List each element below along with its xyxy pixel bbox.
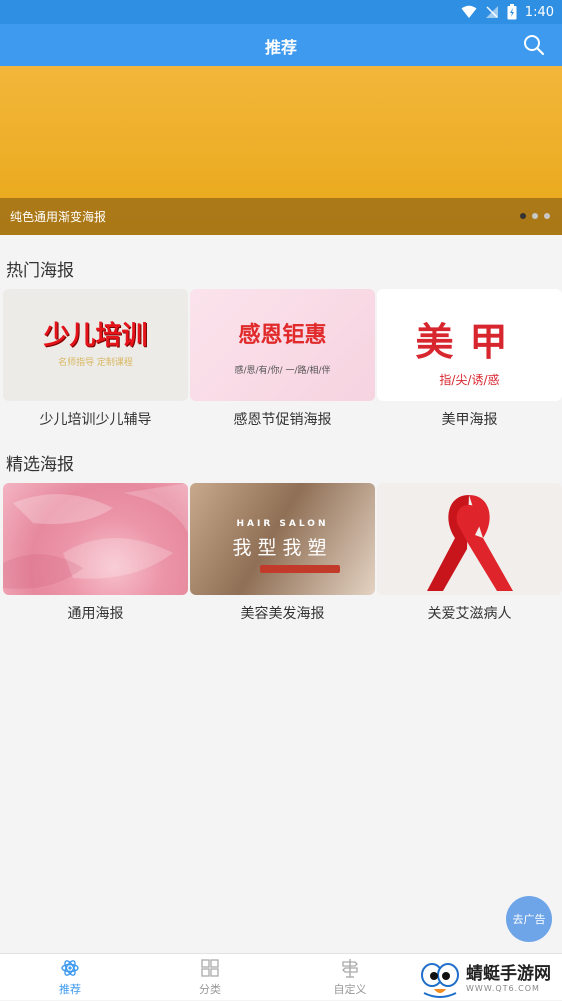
poster-thumbnail: 感恩钜惠 感/恩/有/你/ 一/路/相/伴 bbox=[190, 289, 375, 401]
page-title: 推荐 bbox=[264, 38, 297, 57]
remove-ads-button[interactable]: 去广告 bbox=[506, 896, 552, 942]
watermark-title: 蜻蜓手游网 bbox=[466, 964, 551, 984]
thumb-title: 美甲 bbox=[415, 319, 524, 364]
hot-section-title: 热门海报 bbox=[6, 261, 74, 281]
tab-label: 分类 bbox=[199, 983, 221, 996]
tab-custom[interactable]: 自定义 bbox=[280, 954, 420, 1001]
poster-thumbnail bbox=[377, 483, 562, 595]
status-bar: 1:40 bbox=[0, 0, 562, 24]
poster-label: 关爱艾滋病人 bbox=[427, 606, 512, 622]
thumb-red-strip bbox=[260, 565, 340, 573]
carousel-dot bbox=[520, 213, 526, 219]
thumb-title: 感恩钜惠 bbox=[238, 322, 327, 348]
featured-section-title: 精选海报 bbox=[6, 455, 74, 475]
site-watermark: 蜻蜓手游网 WWW.QT6.COM bbox=[418, 958, 562, 1000]
tab-recommend[interactable]: 推荐 bbox=[0, 954, 140, 1001]
poster-thumbnail: 少儿培训 名师指导 定制课程 bbox=[3, 289, 188, 401]
poster-thumbnail bbox=[3, 483, 188, 595]
poster-thumbnail: HAIR SALON 我型我塑 bbox=[190, 483, 375, 595]
atom-icon bbox=[61, 960, 79, 976]
status-time: 1:40 bbox=[524, 4, 554, 20]
thumb-en-title: HAIR SALON bbox=[236, 519, 329, 529]
poster-label: 美容美发海报 bbox=[240, 606, 325, 622]
banner-caption-bar: 纯色通用渐变海报 bbox=[0, 198, 562, 235]
battery-charging-icon bbox=[507, 4, 517, 20]
search-icon[interactable] bbox=[522, 33, 546, 57]
poster-card-thanksgiving[interactable]: 感恩钜惠 感/恩/有/你/ 一/路/相/伴 感恩节促销海报 bbox=[190, 289, 375, 429]
thumb-subtitle: 指/尖/诱/惑 bbox=[439, 373, 500, 387]
poster-card-salon[interactable]: HAIR SALON 我型我塑 美容美发海报 bbox=[190, 483, 375, 623]
watermark-url: WWW.QT6.COM bbox=[466, 984, 540, 993]
tab-label: 推荐 bbox=[59, 983, 81, 996]
app-bar: 推荐 bbox=[0, 24, 562, 66]
poster-label: 感恩节促销海报 bbox=[233, 412, 332, 428]
thumb-title: 少儿培训 bbox=[43, 321, 148, 351]
poster-label: 通用海报 bbox=[67, 606, 124, 622]
red-ribbon-icon bbox=[427, 495, 513, 591]
no-signal-icon bbox=[485, 6, 498, 18]
banner-carousel[interactable]: 纯色通用渐变海报 bbox=[0, 66, 562, 235]
poster-label: 美甲海报 bbox=[441, 412, 498, 428]
banner-caption: 纯色通用渐变海报 bbox=[10, 210, 107, 224]
thumb-title: 我型我塑 bbox=[232, 537, 333, 559]
poster-card-general[interactable]: 通用海报 bbox=[3, 483, 188, 623]
poster-card-nail-art[interactable]: 美甲 指/尖/诱/惑 美甲海报 bbox=[377, 289, 562, 429]
carousel-dot bbox=[532, 213, 538, 219]
tab-category[interactable]: 分类 bbox=[140, 954, 280, 1001]
tab-label: 自定义 bbox=[333, 983, 367, 996]
signpost-icon bbox=[342, 959, 358, 978]
poster-thumbnail: 美甲 指/尖/诱/惑 bbox=[377, 289, 562, 401]
grid-icon bbox=[201, 959, 219, 977]
carousel-dot bbox=[544, 213, 550, 219]
poster-card-aids-care[interactable]: 关爱艾滋病人 bbox=[377, 483, 562, 623]
dragonfly-logo bbox=[421, 963, 459, 998]
thumb-subtitle: 感/恩/有/你/ 一/路/相/伴 bbox=[234, 366, 331, 376]
poster-card-kids-training[interactable]: 少儿培训 名师指导 定制课程 少儿培训少儿辅导 bbox=[3, 289, 188, 429]
wifi-icon bbox=[461, 5, 477, 18]
carousel-indicator bbox=[520, 213, 550, 219]
poster-label: 少儿培训少儿辅导 bbox=[39, 412, 152, 428]
thumb-subtitle: 名师指导 定制课程 bbox=[58, 358, 133, 368]
rose-image bbox=[3, 483, 188, 589]
